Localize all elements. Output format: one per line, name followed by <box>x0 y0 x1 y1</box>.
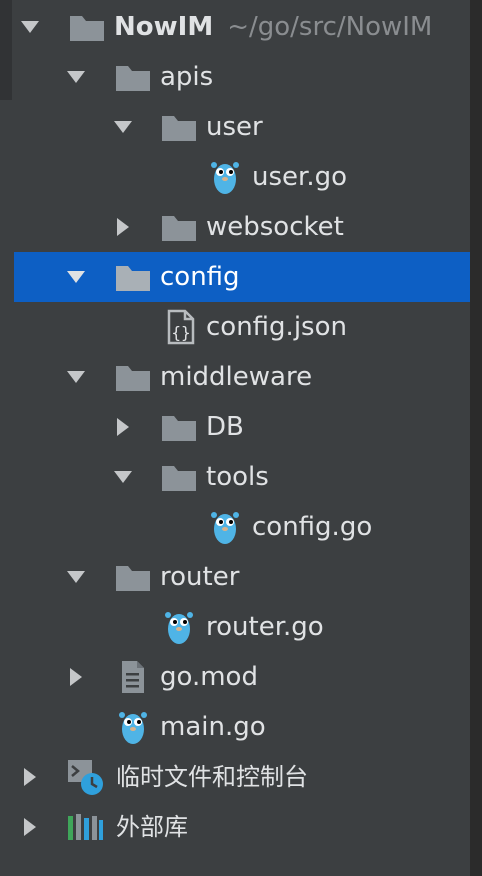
tree-label: user.go <box>252 162 347 192</box>
tree-label: config.json <box>206 312 347 342</box>
project-name: NowIM <box>114 12 214 42</box>
tree-row-user[interactable]: user <box>0 102 470 152</box>
folder-icon <box>160 208 198 246</box>
tree-label: router.go <box>206 612 324 642</box>
text-file-icon <box>114 658 152 696</box>
expand-arrow-right-icon[interactable] <box>18 752 42 802</box>
tree-label: go.mod <box>160 662 258 692</box>
gopher-icon <box>160 608 198 646</box>
tree-row-scratches[interactable]: 临时文件和控制台 <box>0 752 470 802</box>
tree-row-config[interactable]: config <box>14 252 470 302</box>
tree-label: tools <box>206 462 269 492</box>
svg-text:{}: {} <box>171 323 190 342</box>
project-path: ~/go/src/NowIM <box>227 12 433 42</box>
expand-arrow-right-icon[interactable] <box>18 802 42 852</box>
tree-row-middleware[interactable]: middleware <box>0 352 470 402</box>
tree-row-go-mod[interactable]: go.mod <box>0 652 470 702</box>
gopher-icon <box>206 508 244 546</box>
scratches-clock-icon <box>66 758 104 796</box>
expand-arrow-down-icon[interactable] <box>111 102 135 152</box>
tree-row-router[interactable]: router <box>0 552 470 602</box>
folder-icon <box>160 108 198 146</box>
gopher-icon <box>114 708 152 746</box>
expand-arrow-right-icon[interactable] <box>111 202 135 252</box>
expand-arrow-down-icon[interactable] <box>111 452 135 502</box>
library-icon <box>66 808 104 846</box>
tree-row-nowim[interactable]: NowIM ~/go/src/NowIM <box>0 2 470 52</box>
tree-row-config-go[interactable]: config.go <box>0 502 470 552</box>
expand-arrow-down-icon[interactable] <box>64 252 88 302</box>
project-root-label: NowIM ~/go/src/NowIM <box>114 2 432 52</box>
gopher-icon <box>206 158 244 196</box>
tree-row-db[interactable]: DB <box>0 402 470 452</box>
tree-row-apis[interactable]: apis <box>0 52 470 102</box>
expand-arrow-right-icon[interactable] <box>111 402 135 452</box>
tree-row-user-go[interactable]: user.go <box>0 152 470 202</box>
tree-row-websocket[interactable]: websocket <box>0 202 470 252</box>
tree-label: user <box>206 112 263 142</box>
expand-arrow-down-icon[interactable] <box>64 52 88 102</box>
tree-label: middleware <box>160 362 313 392</box>
expand-arrow-down-icon[interactable] <box>64 552 88 602</box>
tree-label: router <box>160 562 240 592</box>
tree-row-router-go[interactable]: router.go <box>0 602 470 652</box>
folder-icon <box>160 458 198 496</box>
tree-row-config-json[interactable]: {} config.json <box>0 302 470 352</box>
tree-row-tools[interactable]: tools <box>0 452 470 502</box>
json-file-icon: {} <box>162 308 200 346</box>
tree-label: config <box>160 262 240 292</box>
tree-label: config.go <box>252 512 373 542</box>
folder-icon <box>114 358 152 396</box>
expand-arrow-down-icon[interactable] <box>64 352 88 402</box>
tree-row-external-libraries[interactable]: 外部库 <box>0 802 470 852</box>
expand-arrow-right-icon[interactable] <box>64 652 88 702</box>
folder-icon <box>160 408 198 446</box>
tree-label: 临时文件和控制台 <box>116 763 308 791</box>
tree-row-main-go[interactable]: main.go <box>0 702 470 752</box>
scrollbar[interactable] <box>470 0 482 876</box>
tree-label: websocket <box>206 212 344 242</box>
folder-icon <box>114 258 152 296</box>
folder-icon <box>68 8 106 46</box>
tree-label: DB <box>206 412 244 442</box>
expand-arrow-down-icon[interactable] <box>18 2 42 52</box>
folder-icon <box>114 58 152 96</box>
tree-label: 外部库 <box>116 813 188 841</box>
tree-label: apis <box>160 62 214 92</box>
folder-icon <box>114 558 152 596</box>
tree-label: main.go <box>160 712 266 742</box>
